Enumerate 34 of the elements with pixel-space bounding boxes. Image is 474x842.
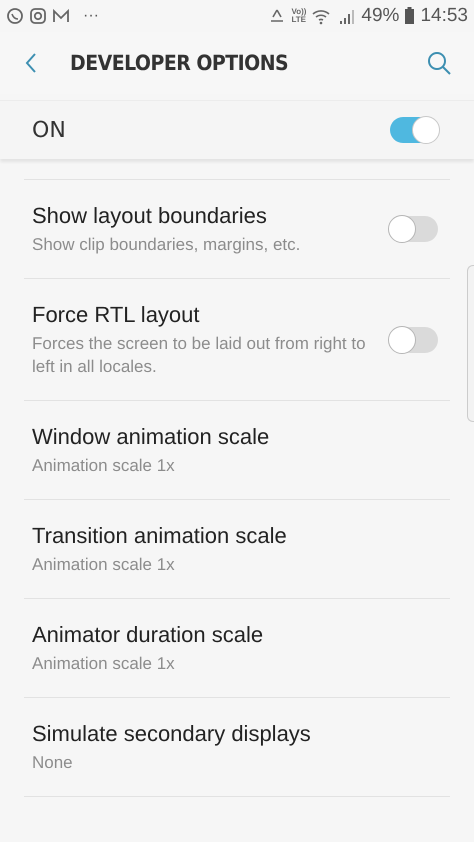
search-icon: [426, 50, 452, 76]
item-title: Force RTL layout: [32, 301, 201, 329]
toggle-switch[interactable]: [390, 216, 438, 242]
more-text: ···: [83, 7, 99, 25]
toggle-switch[interactable]: [390, 117, 438, 143]
item-title: Show layout boundaries: [32, 202, 268, 230]
camera-icon: [29, 7, 47, 25]
item-title: Animator duration scale: [32, 621, 264, 649]
item-title: Simulate secondary displays: [32, 720, 312, 748]
mail-icon: [52, 7, 70, 25]
settings-item[interactable]: Force RTL layout Forces the screen to be laid out from right to left in all locales.: [24, 279, 450, 401]
item-summary: Show clip boundaries, margins, etc.: [32, 234, 302, 256]
volte-label: Vo)) LTE: [291, 8, 306, 24]
chat-icon: [6, 7, 24, 25]
battery-icon: [404, 7, 416, 25]
item-title: Transition animation scale: [32, 522, 288, 550]
toggle-switch[interactable]: [390, 326, 438, 352]
clock-time: 14:53: [420, 5, 468, 27]
item-summary: Animation scale 1x: [32, 554, 176, 576]
item-title: Window animation scale: [32, 423, 270, 451]
signal-icon: [338, 7, 356, 25]
settings-item[interactable]: Animator duration scale Animation scale 1x: [24, 599, 450, 698]
item-summary: Animation scale 1x: [32, 653, 176, 675]
settings-item[interactable]: Show layout boundaries Show clip boundaries, margins, etc.: [24, 180, 450, 279]
item-summary: Forces the screen to be laid out from right to left in all locales.: [32, 333, 367, 378]
settings-item[interactable]: Simulate secondary displays None: [24, 698, 450, 797]
back-icon: [24, 52, 38, 74]
switch-label: ON: [32, 118, 66, 142]
battery-percent: 49%: [361, 5, 400, 27]
item-summary: None: [32, 752, 74, 774]
page-title: DEVELOPER OPTIONS: [70, 51, 288, 75]
item-summary: Animation scale 1x: [32, 455, 176, 477]
settings-item[interactable]: Window animation scale Animation scale 1x: [24, 401, 450, 500]
settings-item[interactable]: Transition animation scale Animation scale 1x: [24, 500, 450, 599]
